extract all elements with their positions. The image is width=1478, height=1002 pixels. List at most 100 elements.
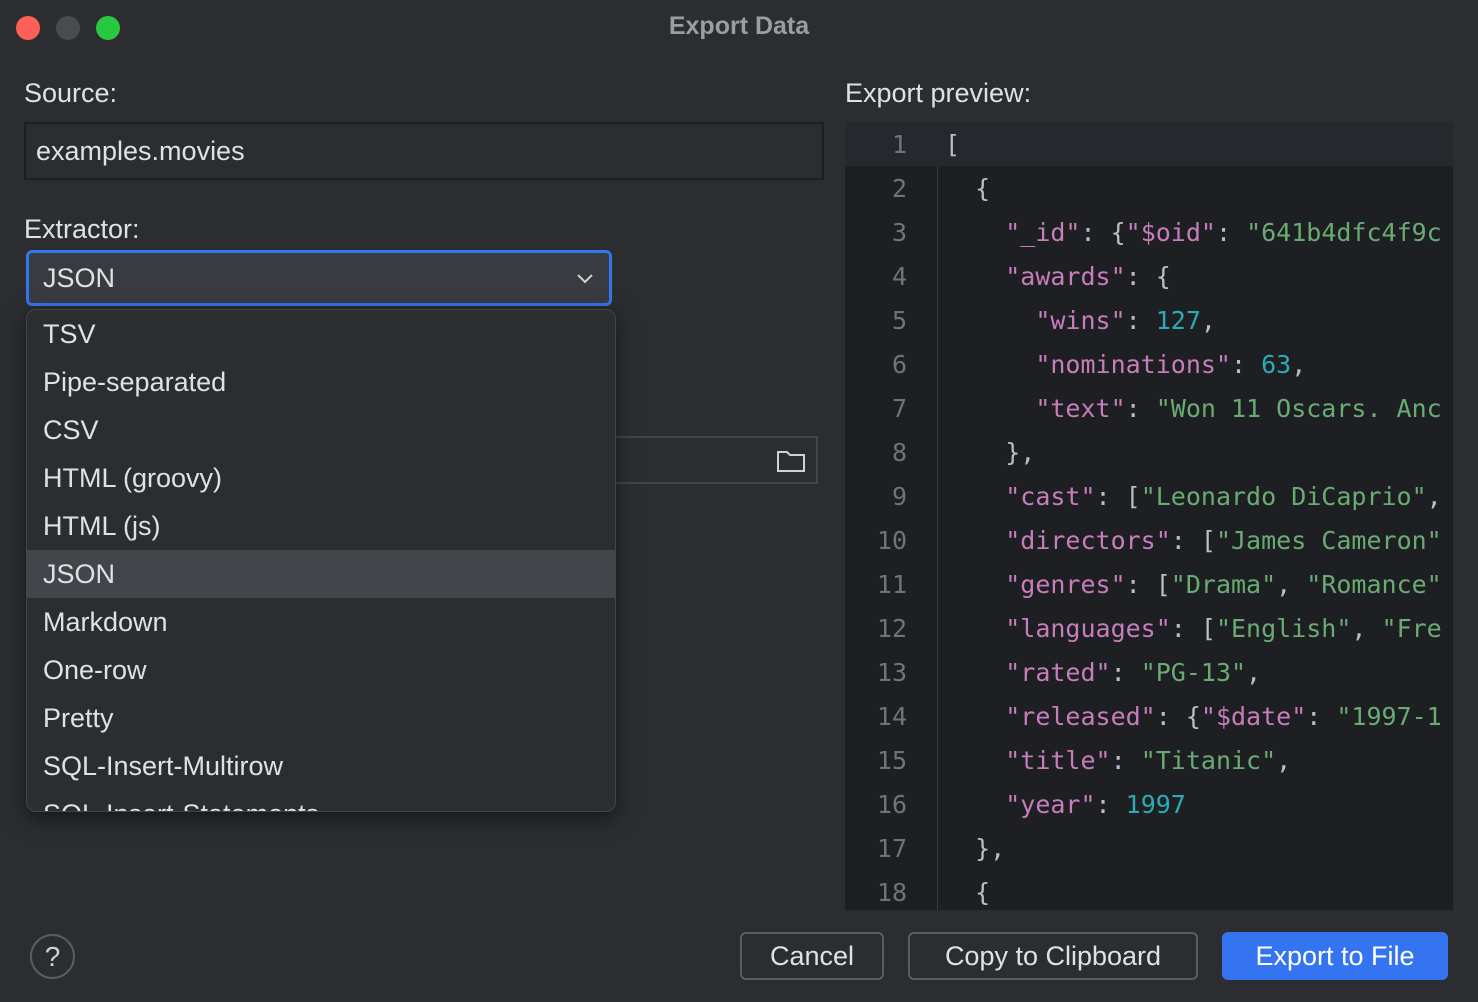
code-line: 14 "released": {"$date": "1997-1 bbox=[845, 694, 1453, 738]
extractor-option[interactable]: SQL-Insert-Multirow bbox=[27, 742, 615, 790]
code-token: : bbox=[1111, 746, 1141, 775]
code-text: "year": 1997 bbox=[945, 790, 1186, 819]
code-token: "Romance" bbox=[1306, 570, 1441, 599]
source-label: Source: bbox=[24, 78, 117, 109]
code-token: "title" bbox=[1005, 746, 1110, 775]
code-token: 127 bbox=[1156, 306, 1201, 335]
code-line: 2 { bbox=[845, 166, 1453, 210]
code-line: 9 "cast": ["Leonardo DiCaprio", bbox=[845, 474, 1453, 518]
code-text: }, bbox=[945, 834, 1005, 863]
code-token: : [ bbox=[1096, 482, 1141, 511]
code-token: "641b4dfc4f9c bbox=[1246, 218, 1442, 247]
code-token: : bbox=[1306, 702, 1336, 731]
code-token: "$date" bbox=[1201, 702, 1306, 731]
copy-to-clipboard-button[interactable]: Copy to Clipboard bbox=[908, 932, 1198, 980]
code-token: , bbox=[1246, 658, 1261, 687]
code-token: "released" bbox=[1005, 702, 1156, 731]
code-token bbox=[945, 394, 1035, 423]
code-text: }, bbox=[945, 438, 1035, 467]
extractor-option[interactable]: Pretty bbox=[27, 694, 615, 742]
line-number: 6 bbox=[845, 350, 907, 379]
folder-icon[interactable] bbox=[776, 447, 806, 473]
code-token: "English" bbox=[1216, 614, 1351, 643]
chevron-down-icon bbox=[575, 271, 595, 285]
code-token: "$oid" bbox=[1126, 218, 1216, 247]
code-token: }, bbox=[945, 834, 1005, 863]
extractor-option[interactable]: Markdown bbox=[27, 598, 615, 646]
code-token: : bbox=[1126, 306, 1156, 335]
code-token: }, bbox=[945, 438, 1035, 467]
code-token: : { bbox=[1080, 218, 1125, 247]
source-field[interactable]: examples.movies bbox=[24, 122, 824, 180]
code-token: "James Cameron" bbox=[1216, 526, 1442, 555]
code-token: "PG-13" bbox=[1141, 658, 1246, 687]
code-line: 11 "genres": ["Drama", "Romance" bbox=[845, 562, 1453, 606]
code-line: 13 "rated": "PG-13", bbox=[845, 650, 1453, 694]
extractor-option[interactable]: TSV bbox=[27, 310, 615, 358]
code-token: "Titanic" bbox=[1141, 746, 1276, 775]
code-text: "text": "Won 11 Oscars. Anc bbox=[945, 394, 1442, 423]
code-text: "released": {"$date": "1997-1 bbox=[945, 702, 1442, 731]
extractor-options-list[interactable]: TSVPipe-separatedCSVHTML (groovy)HTML (j… bbox=[26, 309, 616, 812]
extractor-option[interactable]: CSV bbox=[27, 406, 615, 454]
extractor-label: Extractor: bbox=[24, 214, 140, 245]
code-line: 1[ bbox=[845, 122, 1453, 166]
code-line: 3 "_id": {"$oid": "641b4dfc4f9c bbox=[845, 210, 1453, 254]
help-button[interactable]: ? bbox=[30, 934, 75, 979]
code-token bbox=[945, 570, 1005, 599]
code-token bbox=[945, 306, 1035, 335]
code-line: 15 "title": "Titanic", bbox=[845, 738, 1453, 782]
line-number: 1 bbox=[845, 130, 907, 159]
code-text: "nominations": 63, bbox=[945, 350, 1306, 379]
line-number: 17 bbox=[845, 834, 907, 863]
code-token: : bbox=[1096, 790, 1126, 819]
extractor-option[interactable]: HTML (groovy) bbox=[27, 454, 615, 502]
extractor-option[interactable]: HTML (js) bbox=[27, 502, 615, 550]
code-token: "1997-1 bbox=[1336, 702, 1441, 731]
code-text: { bbox=[945, 878, 990, 907]
cancel-button[interactable]: Cancel bbox=[740, 932, 884, 980]
code-text: "wins": 127, bbox=[945, 306, 1216, 335]
output-path-field[interactable] bbox=[600, 436, 818, 484]
code-token: , bbox=[1291, 350, 1306, 379]
code-token: , bbox=[1351, 614, 1381, 643]
code-token: "rated" bbox=[1005, 658, 1110, 687]
extractor-option[interactable]: One-row bbox=[27, 646, 615, 694]
line-number: 4 bbox=[845, 262, 907, 291]
code-token: "languages" bbox=[1005, 614, 1171, 643]
extractor-option[interactable]: SQL-Insert-Statements bbox=[27, 790, 615, 812]
code-line: 16 "year": 1997 bbox=[845, 782, 1453, 826]
code-token: "text" bbox=[1035, 394, 1125, 423]
code-token bbox=[945, 350, 1035, 379]
code-token bbox=[945, 746, 1005, 775]
export-preview-editor[interactable]: 1[2 {3 "_id": {"$oid": "641b4dfc4f9c4 "a… bbox=[845, 122, 1453, 910]
preview-label: Export preview: bbox=[845, 78, 1031, 109]
code-text: "awards": { bbox=[945, 262, 1171, 291]
extractor-option[interactable]: Pipe-separated bbox=[27, 358, 615, 406]
extractor-option[interactable]: JSON bbox=[27, 550, 615, 598]
code-text: { bbox=[945, 174, 990, 203]
window-title: Export Data bbox=[0, 12, 1478, 41]
code-text: "languages": ["English", "Fre bbox=[945, 614, 1442, 643]
line-number: 13 bbox=[845, 658, 907, 687]
line-number: 8 bbox=[845, 438, 907, 467]
code-token: "cast" bbox=[1005, 482, 1095, 511]
code-text: "title": "Titanic", bbox=[945, 746, 1291, 775]
line-number: 10 bbox=[845, 526, 907, 555]
code-token bbox=[945, 262, 1005, 291]
code-line: 4 "awards": { bbox=[845, 254, 1453, 298]
code-token bbox=[945, 702, 1005, 731]
line-number: 15 bbox=[845, 746, 907, 775]
extractor-dropdown[interactable]: JSON bbox=[26, 250, 612, 306]
code-token: : bbox=[1231, 350, 1261, 379]
code-token: "Fre bbox=[1382, 614, 1442, 643]
line-number: 14 bbox=[845, 702, 907, 731]
line-number: 18 bbox=[845, 878, 907, 907]
export-to-file-button[interactable]: Export to File bbox=[1222, 932, 1448, 980]
code-line: 8 }, bbox=[845, 430, 1453, 474]
line-number: 11 bbox=[845, 570, 907, 599]
line-number: 9 bbox=[845, 482, 907, 511]
code-token: "genres" bbox=[1005, 570, 1125, 599]
code-token: "Won 11 Oscars. Anc bbox=[1156, 394, 1442, 423]
code-line: 17 }, bbox=[845, 826, 1453, 870]
